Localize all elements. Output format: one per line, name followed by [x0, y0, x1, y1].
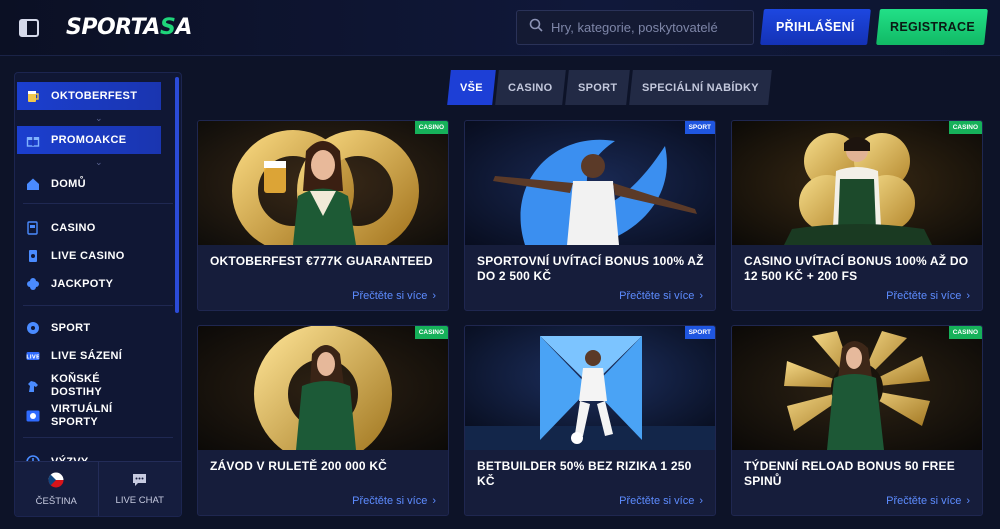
register-button[interactable]: REGISTRACE — [876, 9, 988, 45]
promo-card[interactable]: CASINO OKTOBERFEST €777K GUARANTEED Přeč… — [197, 120, 449, 311]
clover-icon — [26, 277, 40, 291]
category-badge: SPORT — [684, 121, 715, 134]
search-box[interactable] — [516, 10, 754, 45]
promo-card[interactable]: SPORT SPORTOVNÍ UVÍTACÍ BONUS 100% AŽ DO… — [464, 120, 716, 311]
promo-image-roulette-race — [198, 326, 448, 450]
promo-title: SPORTOVNÍ UVÍTACÍ BONUS 100% AŽ DO 2 500… — [477, 254, 704, 283]
chevron-right-icon: › — [966, 495, 970, 507]
filter-tabs: VŠE CASINO SPORT SPECIÁLNÍ NABÍDKY — [447, 70, 772, 105]
chevron-right-icon: › — [432, 495, 436, 507]
sportisimo-logo[interactable]: SPORTA S A — [66, 10, 192, 44]
tab-sport[interactable]: SPORT — [564, 70, 630, 105]
read-more-link[interactable]: Přečtěte si více › — [352, 495, 436, 507]
promo-title: ZÁVOD V RULETĚ 200 000 KČ — [210, 459, 388, 473]
tab-all[interactable]: VŠE — [447, 70, 496, 105]
promo-card[interactable]: CASINO TÝDENNÍ RELOAD BONUS 50 FREE SPIN… — [731, 325, 983, 516]
sidebar-item-oktoberfest[interactable]: OKTOBERFEST — [17, 82, 161, 110]
read-more-link[interactable]: Přečtěte si více › — [619, 290, 703, 302]
promo-card[interactable]: CASINO CASINO UVÍTACÍ BONUS 100% AŽ DO 1… — [731, 120, 983, 311]
chat-icon — [132, 473, 147, 490]
card-icon — [26, 249, 40, 263]
promo-image-oktoberfest — [198, 121, 448, 245]
czech-flag-icon — [48, 472, 64, 491]
top-header: SPORTASA PŘIHLÁŠENÍ REGISTRACE — [0, 0, 1000, 56]
divider — [23, 437, 173, 438]
promo-image-casino-welcome — [732, 121, 982, 245]
sidebar-item-live-casino[interactable]: LIVE CASINO — [17, 243, 161, 269]
sidebar-item-domu[interactable]: DOMŮ — [17, 171, 161, 197]
read-more-link[interactable]: Přečtěte si více › — [886, 290, 970, 302]
promo-card[interactable]: SPORT BETBUILDER 50% BEZ RIZIKA 1 250 KČ… — [464, 325, 716, 516]
slot-icon — [26, 221, 40, 235]
live-chat-button[interactable]: LIVE CHAT — [97, 462, 182, 516]
tab-casino[interactable]: CASINO — [495, 70, 566, 105]
chevron-right-icon: › — [966, 290, 970, 302]
ball-icon — [26, 321, 40, 335]
divider — [23, 305, 173, 306]
search-icon — [529, 18, 543, 37]
sidebar-footer: ČEŠTINA LIVE CHAT — [15, 461, 181, 516]
separator-chevron-icon: ⌄ — [95, 113, 103, 123]
beer-icon — [26, 89, 40, 103]
read-more-link[interactable]: Přečtěte si více › — [352, 290, 436, 302]
sidebar-item-sport[interactable]: SPORT — [17, 315, 161, 341]
home-icon — [26, 177, 40, 191]
sidebar-item-casino[interactable]: CASINO — [17, 215, 161, 241]
category-badge: CASINO — [414, 326, 448, 339]
promo-title: TÝDENNÍ RELOAD BONUS 50 FREE SPINŮ — [744, 459, 955, 488]
login-button[interactable]: PŘIHLÁŠENÍ — [760, 9, 871, 45]
sidebar: OKTOBERFEST ⌄ PROMOAKCE ⌄ DOMŮ CASINO LI… — [14, 72, 182, 517]
tab-special-offers[interactable]: SPECIÁLNÍ NABÍDKY — [629, 70, 772, 105]
promo-title: OKTOBERFEST €777K GUARANTEED — [210, 254, 433, 268]
category-badge: SPORT — [684, 326, 715, 339]
virtual-icon — [26, 409, 40, 423]
sidebar-item-virtualni-sporty[interactable]: VIRTUÁLNÍ SPORTY — [17, 401, 161, 431]
promo-card[interactable]: CASINO ZÁVOD V RULETĚ 200 000 KČ Přečtět… — [197, 325, 449, 516]
live-icon: LIVE — [26, 349, 40, 363]
category-badge: CASINO — [948, 121, 982, 134]
promo-image-betbuilder — [465, 326, 715, 450]
read-more-link[interactable]: Přečtěte si více › — [619, 495, 703, 507]
read-more-link[interactable]: Přečtěte si více › — [886, 495, 970, 507]
sidebar-item-konske-dostihy[interactable]: KOŇSKÉ DOSTIHY — [17, 371, 161, 401]
promo-title: BETBUILDER 50% BEZ RIZIKA 1 250 KČ — [477, 459, 692, 488]
chevron-right-icon: › — [699, 495, 703, 507]
sidebar-item-jackpoty[interactable]: JACKPOTY — [17, 271, 161, 297]
sidebar-item-promoakce[interactable]: PROMOAKCE — [17, 126, 161, 154]
svg-text:LIVE: LIVE — [26, 355, 40, 361]
sidebar-toggle-icon[interactable] — [18, 17, 40, 39]
sidebar-item-live-sazeni[interactable]: LIVE LIVE SÁZENÍ — [17, 343, 161, 369]
search-input[interactable] — [551, 20, 741, 35]
divider — [23, 203, 173, 204]
gift-icon — [26, 133, 40, 147]
promo-image-sport-welcome — [465, 121, 715, 245]
separator-chevron-icon: ⌄ — [95, 157, 103, 167]
promo-image-weekly-reload — [732, 326, 982, 450]
horse-icon — [26, 379, 40, 393]
language-selector[interactable]: ČEŠTINA — [15, 462, 98, 516]
promo-title: CASINO UVÍTACÍ BONUS 100% AŽ DO 12 500 K… — [744, 254, 969, 283]
sidebar-scrollbar[interactable] — [175, 77, 179, 313]
category-badge: CASINO — [948, 326, 982, 339]
chevron-right-icon: › — [432, 290, 436, 302]
chevron-right-icon: › — [699, 290, 703, 302]
category-badge: CASINO — [414, 121, 448, 134]
